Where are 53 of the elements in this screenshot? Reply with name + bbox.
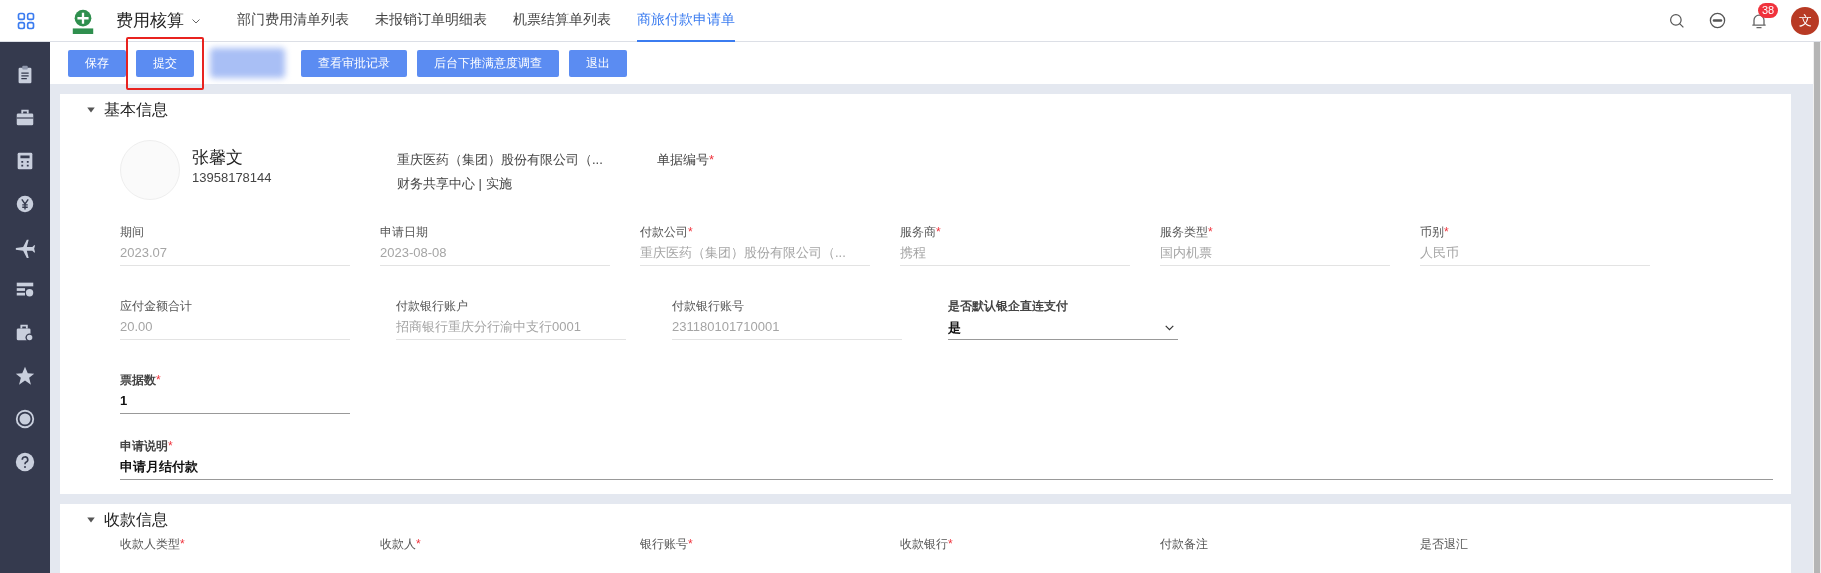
readonly-field: 2023-08-08 <box>380 242 610 266</box>
field-label: 票据数* <box>120 372 162 388</box>
field-label: 付款备注 <box>1160 536 1209 552</box>
caret-icon[interactable] <box>86 515 96 525</box>
nav-tab[interactable]: 部门费用清单列表 <box>237 0 349 42</box>
field-label: 服务商* <box>900 224 942 240</box>
readonly-field: 2023.07 <box>120 242 350 266</box>
section-title: 基本信息 <box>104 100 168 120</box>
notification-badge: 38 <box>1758 2 1779 18</box>
readonly-field: 重庆医药（集团）股份有限公司（... <box>640 242 870 266</box>
readonly-field: 招商银行重庆分行渝中支行0001 <box>396 316 626 340</box>
field-label: 申请说明* <box>120 438 174 454</box>
help-icon[interactable] <box>14 451 36 473</box>
nav-tab[interactable]: 未报销订单明细表 <box>375 0 487 42</box>
field-label: 服务类型* <box>1160 224 1214 240</box>
field-label: 付款银行账户 <box>396 298 469 314</box>
select-field[interactable]: 是 <box>948 316 1178 340</box>
readonly-field: 国内机票 <box>1160 242 1390 266</box>
section-title: 收款信息 <box>104 510 168 530</box>
app-title-dropdown[interactable]: 费用核算 <box>116 7 202 34</box>
user-name: 张馨文 <box>192 148 244 168</box>
readonly-field: 231180101710001 <box>672 316 902 340</box>
company-name: 重庆医药（集团）股份有限公司（... <box>397 151 604 169</box>
nav-tab[interactable]: 机票结算单列表 <box>513 0 611 42</box>
caret-icon[interactable] <box>86 105 96 115</box>
field-label: 收款人* <box>380 536 422 552</box>
field-label: 申请日期 <box>380 224 429 240</box>
user-phone: 13958178144 <box>192 169 273 187</box>
field-label: 银行账号* <box>640 536 694 552</box>
grid-menu-icon[interactable] <box>16 10 36 31</box>
doc-number-label: 单据编号* <box>657 151 715 169</box>
yen-coin-icon[interactable] <box>14 193 36 215</box>
readonly-field: 20.00 <box>120 316 350 340</box>
scrollbar[interactable] <box>1814 42 1820 573</box>
department: 财务共享中心 | 实施 <box>397 174 513 193</box>
field-label: 应付金额合计 <box>120 298 193 314</box>
field-label: 付款公司* <box>640 224 694 240</box>
field-label: 是否退汇 <box>1420 536 1469 552</box>
briefcase-gear-icon[interactable] <box>14 322 36 344</box>
field-label: 收款银行* <box>900 536 954 552</box>
readonly-field: 携程 <box>900 242 1130 266</box>
star-icon[interactable] <box>14 365 36 387</box>
input-field[interactable]: 1 <box>120 390 350 414</box>
field-label: 期间 <box>120 224 145 240</box>
field-label: 币别* <box>1420 224 1450 240</box>
circle-icon[interactable] <box>14 408 36 430</box>
search-icon[interactable] <box>1668 11 1686 30</box>
field-label: 是否默认银企直连支付 <box>948 298 1069 314</box>
field-label: 付款银行账号 <box>672 298 745 314</box>
field-label: 收款人类型* <box>120 536 186 552</box>
readonly-field: 人民币 <box>1420 242 1650 266</box>
description-field[interactable]: 申请月结付款 <box>120 456 1773 480</box>
user-avatar[interactable]: 文 <box>1791 6 1819 35</box>
